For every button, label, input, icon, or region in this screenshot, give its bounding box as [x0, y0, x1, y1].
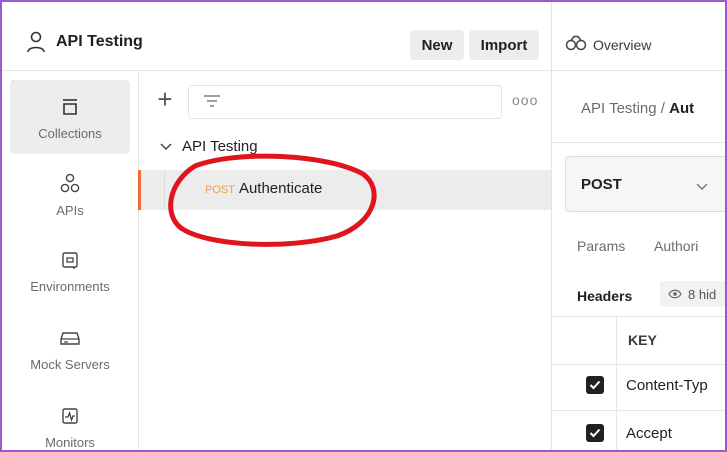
- add-collection-button[interactable]: +: [154, 86, 176, 112]
- tab-params[interactable]: Params: [577, 238, 625, 254]
- divider: [552, 316, 725, 317]
- collections-icon: [60, 94, 80, 120]
- table-row: Content-Typ: [586, 376, 708, 394]
- selected-indicator: [138, 170, 141, 210]
- import-button[interactable]: Import: [469, 30, 539, 60]
- breadcrumb-separator: /: [660, 100, 665, 117]
- app-window: API Testing New Import Overview Collecti…: [0, 0, 727, 452]
- sidebar-item-label: APIs: [56, 202, 84, 218]
- monitors-icon: [60, 403, 80, 429]
- sidebar-item-label: Environments: [30, 278, 110, 294]
- folder-name: API Testing: [182, 138, 258, 155]
- headers-label[interactable]: Headers: [577, 288, 632, 304]
- checkbox[interactable]: [586, 424, 604, 442]
- filter-icon: [203, 94, 221, 113]
- overview-icon: [565, 35, 587, 54]
- table-row: Accept: [586, 424, 672, 442]
- request-name: Authenticate: [238, 180, 323, 197]
- request-method-badge: POST: [205, 184, 235, 196]
- header-key[interactable]: Content-Typ: [626, 377, 708, 394]
- sidebar-item-mock-servers[interactable]: Mock Servers: [10, 311, 130, 385]
- tab-overview[interactable]: Overview: [565, 35, 651, 54]
- hidden-headers-count: 8 hid: [688, 286, 717, 302]
- overview-tab-label: Overview: [593, 36, 652, 53]
- sidebar-item-label: Monitors: [45, 434, 95, 450]
- mock-servers-icon: [59, 325, 81, 351]
- sidebar-item-collections[interactable]: Collections: [10, 80, 130, 154]
- request-label[interactable]: POST Authenticate: [205, 180, 322, 197]
- chevron-down-icon: [160, 138, 172, 155]
- breadcrumb-parent[interactable]: API Testing: [581, 100, 657, 117]
- header-key[interactable]: Accept: [626, 425, 672, 442]
- workspace-switcher[interactable]: API Testing: [26, 30, 143, 54]
- sidebar-item-apis[interactable]: APIs: [10, 157, 130, 231]
- top-bar: API Testing New Import Overview: [2, 2, 725, 71]
- checkbox[interactable]: [586, 376, 604, 394]
- sidebar-item-monitors[interactable]: Monitors: [10, 389, 130, 450]
- sidebar-rail: Collections APIs Environments Mock Serve…: [2, 71, 139, 450]
- sidebar-item-label: Collections: [38, 125, 102, 141]
- eye-icon: [668, 287, 682, 302]
- divider: [552, 142, 725, 143]
- breadcrumb-current[interactable]: Aut: [669, 100, 694, 117]
- sidebar-item-label: Mock Servers: [30, 356, 110, 372]
- breadcrumb: API Testing / Aut: [581, 100, 694, 117]
- filter-input[interactable]: [188, 85, 502, 119]
- method-value: POST: [581, 176, 622, 193]
- divider: [552, 364, 725, 365]
- indent-guide: [164, 170, 165, 210]
- chevron-down-icon: [696, 178, 708, 196]
- tab-authorization[interactable]: Authori: [654, 238, 698, 254]
- apis-icon: [60, 171, 80, 197]
- divider: [552, 410, 725, 411]
- panel-divider: [551, 2, 552, 450]
- environments-icon: [60, 247, 80, 273]
- hidden-headers-toggle[interactable]: 8 hid: [660, 281, 725, 307]
- sidebar-item-environments[interactable]: Environments: [10, 233, 130, 307]
- workspace-name: API Testing: [56, 33, 143, 50]
- collection-folder[interactable]: API Testing: [160, 138, 258, 155]
- more-options-icon[interactable]: ooo: [512, 92, 538, 108]
- new-button[interactable]: New: [410, 30, 464, 60]
- request-item[interactable]: [138, 170, 551, 210]
- key-column-header: KEY: [628, 332, 657, 348]
- user-icon: [26, 31, 46, 53]
